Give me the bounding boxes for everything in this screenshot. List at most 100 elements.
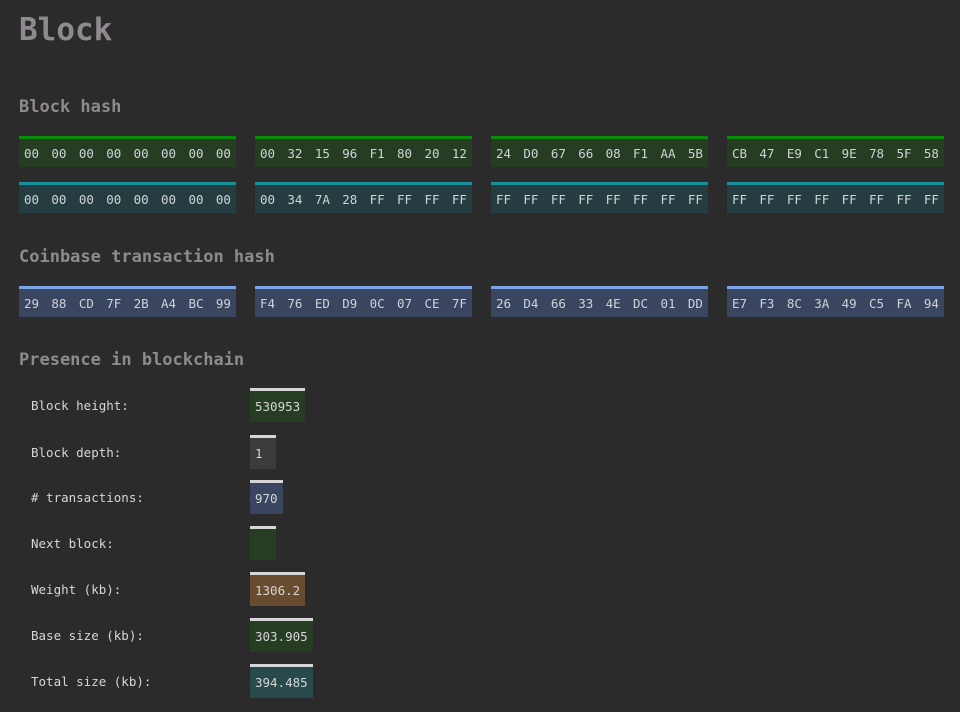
hash-byte: 00 bbox=[133, 145, 149, 161]
hash-byte: FF bbox=[523, 191, 539, 207]
hash-byte: F3 bbox=[759, 295, 775, 311]
hash-byte: FF bbox=[578, 191, 594, 207]
hash-byte: FA bbox=[896, 295, 912, 311]
hash-byte: CE bbox=[424, 295, 440, 311]
block-hash-heading: Block hash bbox=[19, 97, 122, 117]
hash-byte: F1 bbox=[633, 145, 649, 161]
hash-byte: 00 bbox=[106, 145, 122, 161]
block-hash-row: 00 00 00 00 00 00 00 00 00 32 15 96 F1 80 20 12 24 D0 67 66… bbox=[19, 136, 944, 167]
hash-byte: FF bbox=[451, 191, 467, 207]
presence-value: 530953 bbox=[250, 388, 306, 422]
hash-byte: 00 bbox=[51, 191, 67, 207]
hash-byte: 58 bbox=[923, 145, 939, 161]
hash-byte: 20 bbox=[424, 145, 440, 161]
hash-byte: 94 bbox=[923, 295, 939, 311]
hash-byte: D9 bbox=[342, 295, 358, 311]
hash-byte: ED bbox=[314, 295, 330, 311]
hash-byte: 8C bbox=[786, 295, 802, 311]
hash-byte: FF bbox=[869, 191, 885, 207]
target-hash-segment: FF FF FF FF FF FF FF FF bbox=[727, 182, 944, 213]
hash-byte: 34 bbox=[287, 191, 303, 207]
hash-byte: 00 bbox=[260, 145, 276, 161]
block-hash-segment: CB 47 E9 C1 9E 78 5F 58 bbox=[727, 136, 944, 167]
hash-byte: FF bbox=[841, 191, 857, 207]
hash-byte: FF bbox=[786, 191, 802, 207]
block-hash-segment: 00 32 15 96 F1 80 20 12 bbox=[255, 136, 472, 167]
hash-byte: D4 bbox=[523, 295, 539, 311]
hash-byte: C1 bbox=[814, 145, 830, 161]
page-title: Block bbox=[19, 12, 113, 48]
hash-byte: 00 bbox=[188, 145, 204, 161]
block-hash-segment: 24 D0 67 66 08 F1 AA 5B bbox=[491, 136, 708, 167]
hash-byte: FF bbox=[732, 191, 748, 207]
hash-byte: CB bbox=[732, 145, 748, 161]
hash-byte: D0 bbox=[523, 145, 539, 161]
hash-byte: 00 bbox=[51, 145, 67, 161]
hash-byte: E7 bbox=[732, 295, 748, 311]
hash-byte: 76 bbox=[287, 295, 303, 311]
hash-byte: 47 bbox=[759, 145, 775, 161]
hash-byte: C5 bbox=[869, 295, 885, 311]
hash-byte: 0C bbox=[369, 295, 385, 311]
hash-byte: AA bbox=[660, 145, 676, 161]
hash-byte: FF bbox=[814, 191, 830, 207]
hash-byte: FF bbox=[687, 191, 703, 207]
hash-byte: 5B bbox=[687, 145, 703, 161]
presence-label: Block depth: bbox=[31, 445, 122, 460]
presence-label: Base size (kb): bbox=[31, 628, 144, 643]
hash-byte: A4 bbox=[161, 295, 177, 311]
hash-byte: FF bbox=[496, 191, 512, 207]
hash-byte: BC bbox=[188, 295, 204, 311]
hash-byte: 00 bbox=[24, 145, 40, 161]
presence-label: Next block: bbox=[31, 536, 114, 551]
hash-byte: 4E bbox=[605, 295, 621, 311]
coinbase-hash-row: 29 88 CD 7F 2B A4 BC 99 F4 76 ED D9 0C 07 CE 7F 26 D4 66 33… bbox=[19, 286, 944, 317]
hash-byte: 00 bbox=[161, 191, 177, 207]
presence-row: Base size (kb): 303.905 bbox=[0, 618, 600, 652]
hash-byte: 7F bbox=[451, 295, 467, 311]
hash-byte: 7F bbox=[106, 295, 122, 311]
presence-row: Weight (kb): 1306.2 bbox=[0, 572, 600, 606]
hash-byte: DD bbox=[687, 295, 703, 311]
hash-byte: 96 bbox=[342, 145, 358, 161]
presence-row: Total size (kb): 394.485 bbox=[0, 664, 600, 698]
hash-byte: 5F bbox=[896, 145, 912, 161]
presence-label: Block height: bbox=[31, 398, 129, 413]
coinbase-hash-segment: F4 76 ED D9 0C 07 CE 7F bbox=[255, 286, 472, 317]
hash-byte: 12 bbox=[451, 145, 467, 161]
presence-row: Block height: 530953 bbox=[0, 388, 600, 422]
hash-byte: 66 bbox=[578, 145, 594, 161]
hash-byte: 00 bbox=[260, 191, 276, 207]
hash-byte: DC bbox=[633, 295, 649, 311]
coinbase-heading: Coinbase transaction hash bbox=[19, 247, 275, 267]
hash-byte: 66 bbox=[550, 295, 566, 311]
presence-value: 1 bbox=[250, 435, 276, 469]
hash-byte: FF bbox=[896, 191, 912, 207]
hash-byte: 00 bbox=[78, 191, 94, 207]
hash-byte: FF bbox=[759, 191, 775, 207]
hash-byte: 67 bbox=[550, 145, 566, 161]
hash-byte: 15 bbox=[314, 145, 330, 161]
hash-byte: FF bbox=[923, 191, 939, 207]
presence-value: 303.905 bbox=[250, 618, 313, 652]
hash-byte: 33 bbox=[578, 295, 594, 311]
presence-value: 970 bbox=[250, 480, 283, 514]
target-hash-segment: 00 00 00 00 00 00 00 00 bbox=[19, 182, 236, 213]
hash-byte: 78 bbox=[869, 145, 885, 161]
coinbase-hash-segment: 26 D4 66 33 4E DC 01 DD bbox=[491, 286, 708, 317]
hash-byte: FF bbox=[633, 191, 649, 207]
hash-byte: FF bbox=[605, 191, 621, 207]
hash-byte: FF bbox=[424, 191, 440, 207]
block-hash-segment: 00 00 00 00 00 00 00 00 bbox=[19, 136, 236, 167]
hash-byte: 9E bbox=[841, 145, 857, 161]
hash-byte: 32 bbox=[287, 145, 303, 161]
presence-label: Weight (kb): bbox=[31, 582, 122, 597]
presence-value: 394.485 bbox=[250, 664, 313, 698]
hash-byte: 00 bbox=[188, 191, 204, 207]
hash-byte: 00 bbox=[133, 191, 149, 207]
hash-byte: 08 bbox=[605, 145, 621, 161]
coinbase-hash-segment: E7 F3 8C 3A 49 C5 FA 94 bbox=[727, 286, 944, 317]
hash-byte: F1 bbox=[369, 145, 385, 161]
coinbase-hash-segment: 29 88 CD 7F 2B A4 BC 99 bbox=[19, 286, 236, 317]
hash-byte: E9 bbox=[786, 145, 802, 161]
